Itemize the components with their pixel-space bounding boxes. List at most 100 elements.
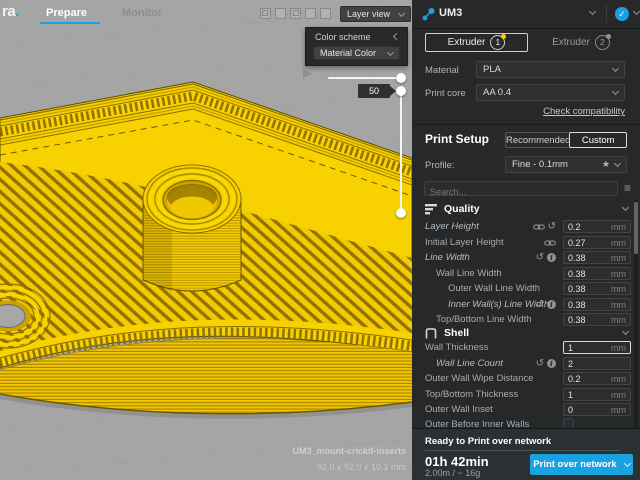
machine-name: UM3 (439, 7, 462, 19)
setting-row-wall-thickness[interactable]: Wall Thickness mm (412, 340, 640, 355)
settings-menu-icon[interactable]: ≡ (624, 181, 631, 195)
connection-dropdown-chevron-icon[interactable] (633, 8, 640, 15)
setting-row-layer-height[interactable]: Layer Height ↺ mm (412, 219, 640, 234)
setting-unit: mm (611, 374, 626, 384)
chevron-down-icon (398, 9, 405, 16)
cura-logo: ra. (2, 3, 19, 20)
setting-unit: mm (611, 315, 626, 325)
profile-select[interactable]: Fine - 0.1mm ★ (505, 156, 627, 173)
collapse-panel-icon[interactable] (393, 33, 400, 40)
setting-value-input[interactable] (564, 252, 612, 263)
view-left-icon[interactable] (305, 8, 316, 19)
setting-value-input[interactable] (564, 237, 612, 248)
setting-value-input[interactable] (564, 299, 612, 310)
setting-checkbox[interactable] (563, 418, 574, 428)
simulation-slider-handle[interactable] (396, 73, 406, 83)
tab-prepare[interactable]: Prepare (46, 7, 87, 19)
sidebar: UM3 ✓ Extruder 1 Extruder 2 Material PLA… (412, 0, 640, 480)
layer-slider-upper-handle[interactable] (396, 86, 406, 96)
view-right-icon[interactable] (320, 8, 331, 19)
setting-row-outer-before-inner-walls[interactable]: Outer Before Inner Walls (412, 417, 640, 428)
tab-monitor[interactable]: Monitor (122, 7, 162, 19)
color-scheme-dropdown[interactable]: Material Color (313, 46, 400, 60)
setting-row-top-bottom-line-width[interactable]: Top/Bottom Line Width mm (412, 312, 640, 327)
setting-row-line-width[interactable]: Line Width ↺ i mm (412, 250, 640, 265)
setting-field-focused: mm (563, 341, 631, 354)
view-front-icon[interactable] (275, 8, 286, 19)
settings-scrollbar[interactable] (634, 200, 638, 428)
setting-field: mm (563, 236, 631, 249)
print-over-network-button[interactable]: Print over network (530, 454, 633, 475)
setting-unit: mm (611, 253, 626, 263)
reset-icon[interactable]: ↺ (536, 253, 544, 263)
setting-row-top-bottom-thickness[interactable]: Top/Bottom Thickness mm (412, 387, 640, 402)
setting-row-wall-line-width[interactable]: Wall Line Width mm (412, 266, 640, 281)
mode-recommended-button[interactable]: Recommended (506, 133, 570, 147)
link-icon[interactable] (533, 223, 545, 231)
setting-value-input[interactable] (564, 389, 612, 400)
reset-icon[interactable]: ↺ (536, 359, 544, 369)
material-color-dot (606, 34, 611, 39)
setting-value-input[interactable] (564, 221, 612, 232)
model-dimensions: 92.0 x 92.0 x 10.1 mm (0, 462, 406, 472)
info-icon[interactable]: i (547, 253, 556, 262)
setting-unit: mm (611, 269, 626, 279)
view-mode-dropdown[interactable]: Layer view (340, 6, 411, 22)
section-quality[interactable]: Quality (412, 202, 640, 217)
printer-connected-icon[interactable]: ✓ (615, 7, 629, 21)
chevron-down-icon (612, 65, 619, 72)
setting-value-input[interactable] (564, 342, 612, 353)
print-time-estimate: 01h 42min (425, 454, 489, 469)
setting-field (563, 357, 631, 370)
setting-label: Top/Bottom Line Width (436, 314, 532, 325)
layer-slider-track[interactable] (400, 91, 402, 213)
tab-extruder-2[interactable]: Extruder 2 (529, 33, 633, 52)
setting-field: mm (563, 251, 631, 264)
setting-value-input[interactable] (564, 373, 612, 384)
divider (425, 450, 620, 451)
info-icon[interactable]: i (547, 300, 556, 309)
setting-field: mm (563, 220, 631, 233)
info-icon[interactable]: i (547, 359, 556, 368)
chevron-down-icon (387, 48, 394, 55)
machine-selector-bar[interactable]: UM3 ✓ (412, 0, 640, 29)
machine-dropdown-chevron-icon[interactable] (589, 8, 596, 15)
print-core-select[interactable]: AA 0.4 (476, 84, 625, 101)
setting-row-initial-layer-height[interactable]: Initial Layer Height mm (412, 235, 640, 250)
scrollbar-thumb[interactable] (634, 202, 638, 254)
setting-row-outer-wall-line-width[interactable]: Outer Wall Line Width mm (412, 281, 640, 296)
mode-custom-button[interactable]: Custom (569, 132, 627, 148)
setting-row-wall-line-count[interactable]: Wall Line Count ↺ i (412, 356, 640, 371)
print-button-label: Print over network (533, 459, 616, 470)
section-title: Shell (444, 327, 469, 339)
check-compatibility-link[interactable]: Check compatibility (543, 106, 625, 117)
view-top-icon[interactable] (290, 8, 301, 19)
reset-icon[interactable]: ↺ (548, 222, 556, 232)
setting-row-outer-wall-inset[interactable]: Outer Wall Inset mm (412, 402, 640, 417)
setting-row-outer-wall-wipe-distance[interactable]: Outer Wall Wipe Distance mm (412, 371, 640, 386)
3d-viewport[interactable]: ra. Prepare Monitor Layer view Color sch… (0, 0, 412, 480)
printer-status: Ready to Print over network (425, 436, 551, 447)
setting-label: Outer Wall Line Width (448, 283, 540, 294)
search-input[interactable] (425, 186, 617, 199)
layer-slider-lower-handle[interactable] (396, 208, 406, 218)
setting-value-input[interactable] (564, 404, 612, 415)
material-select[interactable]: PLA (476, 61, 625, 78)
setting-value-input[interactable] (564, 314, 612, 325)
section-shell[interactable]: Shell (412, 326, 640, 341)
play-simulation-icon[interactable]: ▶ (303, 66, 312, 80)
simulation-slider-track[interactable] (328, 77, 400, 79)
favorite-star-icon[interactable]: ★ (602, 159, 610, 170)
tab-prepare-underline (40, 22, 100, 24)
color-scheme-value: Material Color (320, 48, 388, 58)
setting-label: Wall Thickness (425, 342, 488, 353)
reset-icon[interactable]: ↺ (536, 300, 544, 310)
setting-value-input[interactable] (564, 358, 612, 369)
setting-value-input[interactable] (564, 268, 612, 279)
link-icon[interactable] (544, 239, 556, 247)
setting-row-inner-walls-line-width[interactable]: Inner Wall(s) Line Width ↺ i mm (412, 297, 640, 312)
settings-search (424, 181, 618, 196)
setting-value-input[interactable] (564, 283, 612, 294)
view-3d-icon[interactable] (260, 8, 271, 19)
tab-extruder-1[interactable]: Extruder 1 (425, 33, 528, 52)
